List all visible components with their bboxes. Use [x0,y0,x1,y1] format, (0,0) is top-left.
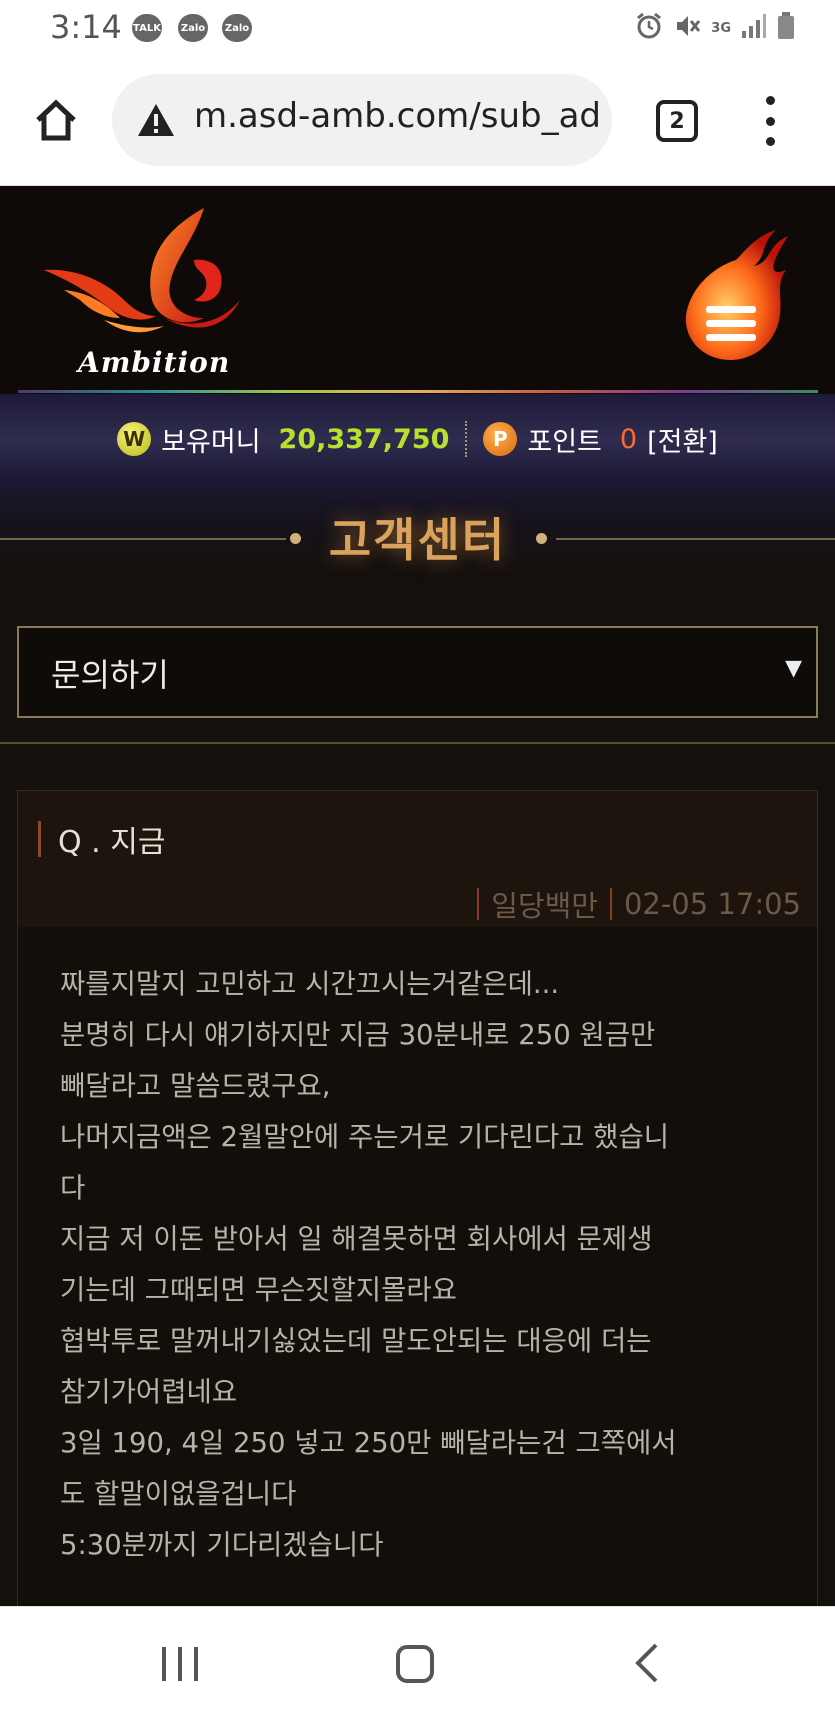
url-text[interactable]: m.asd-amb.com/sub_ad [194,96,601,136]
money-label: 보유머니 [161,426,261,458]
mute-icon [673,12,701,46]
money-value: 20,337,750 [278,423,450,455]
address-bar[interactable]: m.asd-amb.com/sub_ad [112,74,612,166]
system-nav-bar [0,1606,835,1716]
nav-home-icon[interactable] [396,1645,434,1683]
browser-toolbar: m.asd-amb.com/sub_ad 2 [0,58,835,186]
title-band: 고객센터 [0,484,835,584]
inquiry-line: 참기가어렵네요 [60,1376,238,1408]
inquiry-card: Q . 지금 일당백만 02-05 17:05 짜를지말지 고민하고 시간끄시는… [17,790,818,1606]
inquiry-line: 도 할말이없을겁니다 [60,1478,297,1510]
inquiry-line: 협박투로 말꺼내기싫었는데 말도안되는 대응에 더는 [60,1325,652,1357]
alarm-icon [635,12,663,46]
home-icon[interactable] [32,96,80,144]
balance-separator [465,421,468,457]
convert-points-link[interactable]: [전환] [647,420,718,459]
category-select-value: 문의하기 [51,656,169,694]
inquiry-line: 분명히 다시 얘기하지만 지금 30분내로 250 원금만 [60,1019,656,1051]
status-time: 3:14 [50,8,122,46]
talk-notification-icon: TALK [132,14,162,42]
battery-icon [777,12,795,46]
inquiry-header: Q . 지금 일당백만 02-05 17:05 [18,791,817,927]
header-divider [18,390,818,393]
dropdown-arrow-icon[interactable]: ▼ [785,656,802,681]
network-3g-label: 3G [711,21,731,36]
page-title: 고객센터 [328,513,507,567]
points-value: 0 [619,423,638,455]
meta-separator [477,888,480,920]
signal-icon [741,13,767,45]
inquiry-meta: 일당백만 02-05 17:05 [477,883,801,925]
inquiry-body: 짜를지말지 고민하고 시간끄시는거같은데... 분명히 다시 얘기하지만 지금 … [60,959,780,1571]
inquiry-title: Q . 지금 [58,825,166,860]
meta-separator-2 [609,888,612,920]
inquiry-line: 지금 저 이돈 받아서 일 해결못하면 회사에서 문제생 [60,1223,653,1255]
inquiry-line: 나머지금액은 2월말안에 주는거로 기다린다고 했습니 [60,1121,670,1153]
status-bar: 3:14 TALK Zalo Zalo 3G [0,0,835,58]
warning-icon[interactable] [136,102,176,138]
balance-bar: W 보유머니 20,337,750 P 포인트 0 [전환] [0,394,835,484]
back-icon[interactable] [632,1641,662,1685]
recent-apps-icon[interactable] [162,1647,198,1681]
inquiry-line: 빼달라고 말씀드렸구요, [60,1070,331,1102]
inquiry-title-bar [38,821,41,857]
zalo-notification-icon: Zalo [178,14,208,42]
inquiry-line: 기는데 그때되면 무슨짓할지몰라요 [60,1274,457,1306]
site-header: Ambition [0,186,835,394]
zalo-notification-icon-2: Zalo [222,14,252,42]
inquiry-line: 짜를지말지 고민하고 시간끄시는거같은데... [60,968,560,1000]
hamburger-menu-icon[interactable] [676,226,796,366]
points-label: 포인트 [527,426,602,458]
inquiry-datetime: 02-05 17:05 [623,887,801,921]
tab-switcher-button[interactable]: 2 [656,100,698,142]
logo-text: Ambition [78,346,231,379]
inquiry-author: 일당백만 [491,889,598,923]
money-coin-icon: W [117,422,152,456]
inquiry-line: 다 [60,1172,86,1204]
point-coin-icon: P [483,422,518,456]
status-icons: 3G [635,12,795,46]
inquiry-line: 3일 190, 4일 250 넣고 250만 빼달라는건 그쪽에서 [60,1427,677,1459]
category-select[interactable]: 문의하기 ▼ [17,626,818,718]
more-vert-icon[interactable] [760,96,780,146]
phoenix-logo-icon[interactable] [44,200,244,370]
section-divider [0,742,835,744]
site-page: Ambition W 보유머니 20,337,750 P 포인트 0 [전환] [0,186,835,1606]
inquiry-line: 5:30분까지 기다리겠습니다 [60,1529,384,1561]
